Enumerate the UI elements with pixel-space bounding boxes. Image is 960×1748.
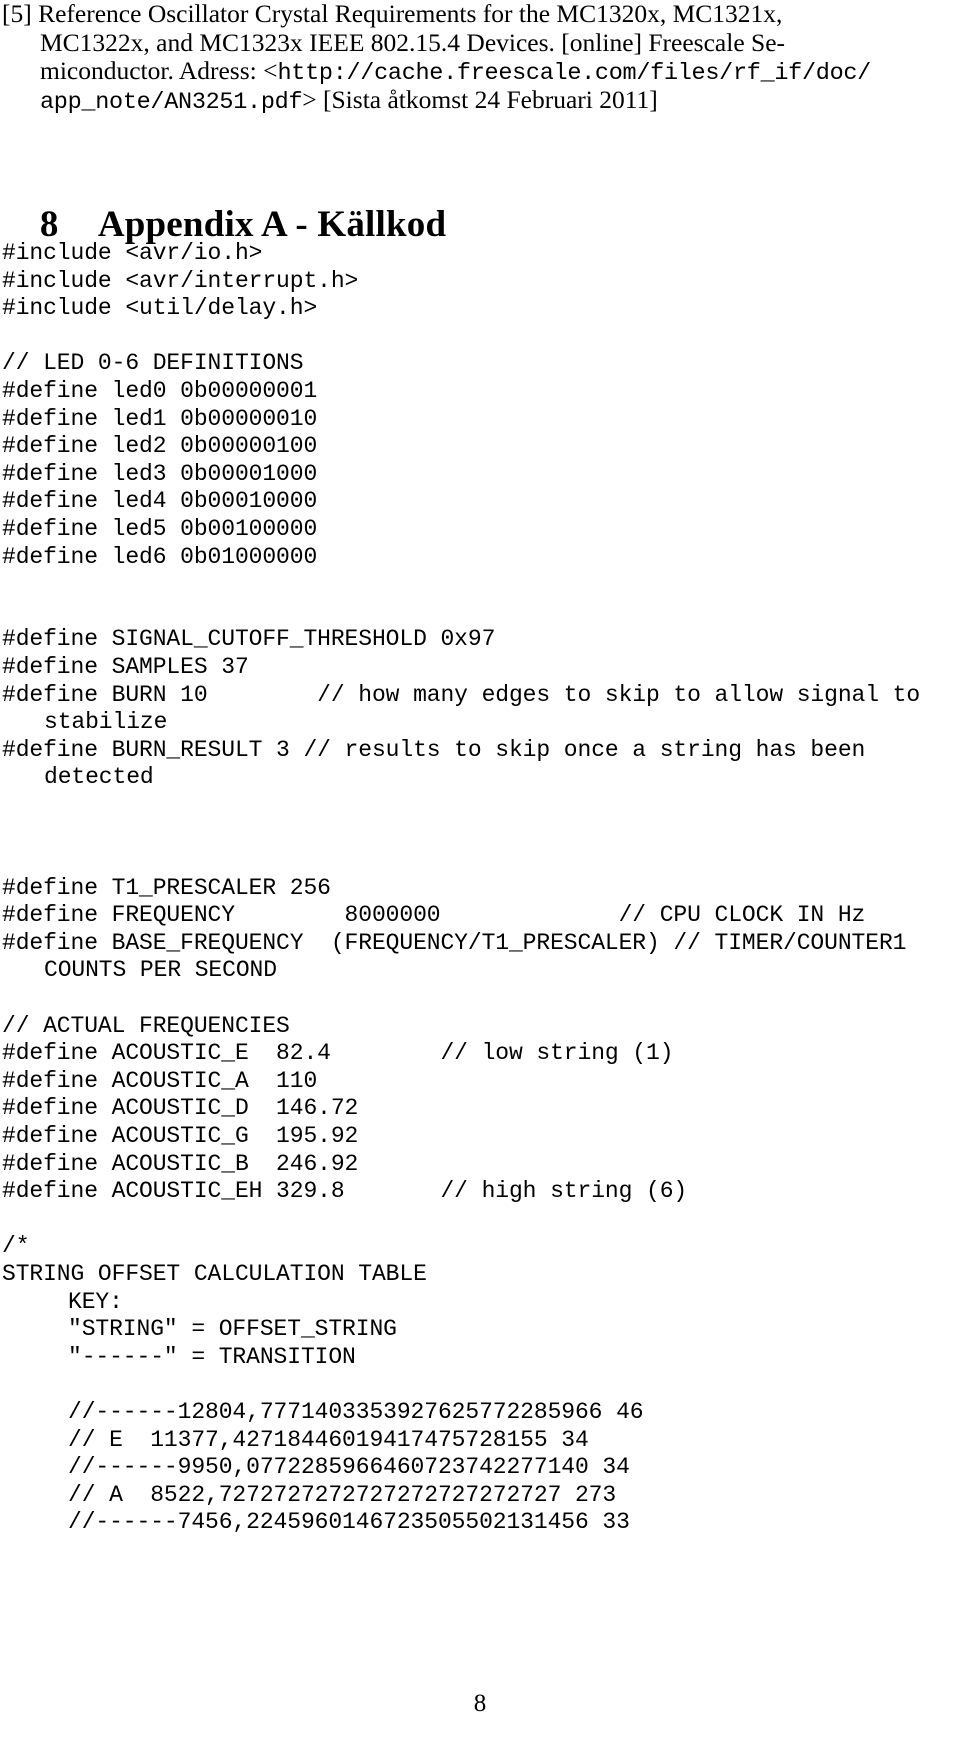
bibliography-url-text: http://cache.freescale.com/files/rf_if/d…: [277, 60, 871, 88]
code-line: #define BURN_RESULT 3 // results to skip…: [2, 736, 866, 763]
section-title: Appendix A - Källkod: [97, 204, 447, 245]
source-code-block: #include <avr/io.h> #include <avr/interru…: [2, 240, 952, 1537]
code-line: #define ACOUSTIC_EH 329.8 // high string…: [2, 1178, 688, 1205]
code-line: STRING OFFSET CALCULATION TABLE: [2, 1260, 427, 1287]
bibliography-line-2: MC1322x, and MC1323x IEEE 802.15.4 Devic…: [2, 27, 902, 58]
page-number: 8: [473, 1690, 487, 1717]
bibliography-text: miconductor. Adress: <: [40, 56, 278, 86]
code-line: #define SAMPLES 37: [2, 653, 249, 680]
code-line: #define led2 0b00000100: [2, 433, 318, 460]
code-line: #define ACOUSTIC_D 146.72: [2, 1095, 359, 1122]
bibliography-url-text: app_note/AN3251.pdf: [40, 88, 303, 116]
code-line: #define BASE_FREQUENCY (FREQUENCY/T1_PRE…: [2, 929, 907, 956]
bibliography-line-3: miconductor. Adress: <http://cache.frees…: [2, 56, 902, 88]
code-line: detected: [44, 764, 154, 791]
bibliography-entry: [5] Reference Oscillator Crystal Require…: [2, 0, 902, 116]
code-line: "STRING" = OFFSET_STRING: [68, 1316, 397, 1343]
code-line: // A 8522,7272727272727272727272727 273: [68, 1481, 617, 1508]
code-line: // E 11377,42718446019417475728155 34: [68, 1426, 589, 1453]
code-line: /*: [2, 1233, 30, 1260]
code-line: stabilize: [44, 709, 168, 736]
code-line: "------" = TRANSITION: [68, 1343, 356, 1370]
bibliography-text: > [Sista åtkomst 24 Februari 2011]: [302, 84, 658, 114]
code-line: #include <avr/interrupt.h>: [2, 267, 359, 294]
bibliography-line-1: [5] Reference Oscillator Crystal Require…: [2, 0, 902, 29]
code-line: #define T1_PRESCALER 256: [2, 874, 331, 901]
code-line: #include <avr/io.h>: [2, 240, 263, 266]
code-line: //------7456,2245960146723505502131456 3…: [68, 1509, 630, 1536]
code-line: KEY:: [68, 1288, 123, 1315]
code-line: #define ACOUSTIC_G 195.92: [2, 1123, 359, 1149]
code-line: #define BURN 10 // how many edges to ski…: [2, 681, 921, 708]
code-line: // LED 0-6 DEFINITIONS: [2, 350, 304, 377]
code-line: #define SIGNAL_CUTOFF_THRESHOLD 0x97: [2, 626, 496, 653]
code-line: #define ACOUSTIC_E 82.4 // low string (1…: [2, 1040, 674, 1067]
code-line: #define led0 0b00000001: [2, 377, 318, 404]
code-line: COUNTS PER SECOND: [44, 957, 277, 984]
code-line: #define led6 0b01000000: [2, 543, 318, 570]
code-line: #define ACOUSTIC_A 110: [2, 1067, 318, 1094]
code-line: #define ACOUSTIC_B 246.92: [2, 1150, 359, 1177]
bibliography-text: [5] Reference Oscillator Crystal Require…: [2, 0, 783, 28]
document-page: [5] Reference Oscillator Crystal Require…: [0, 0, 960, 1748]
code-line: //------9950,0772285966460723742277140 3…: [68, 1454, 630, 1481]
bibliography-line-4: app_note/AN3251.pdf> [Sista åtkomst 24 F…: [2, 84, 902, 116]
code-line: // ACTUAL FREQUENCIES: [2, 1012, 290, 1039]
code-line: #define led1 0b00000010: [2, 405, 318, 432]
code-line: #define led5 0b00100000: [2, 515, 318, 542]
code-line: #define led4 0b00010000: [2, 488, 318, 515]
code-line: //------12804,7771403353927625772285966 …: [68, 1398, 644, 1425]
code-line: #define led3 0b00001000: [2, 460, 318, 487]
code-line: #define FREQUENCY 8000000 // CPU CLOCK I…: [2, 902, 866, 929]
bibliography-text: MC1322x, and MC1323x IEEE 802.15.4 Devic…: [40, 27, 786, 57]
code-line: #include <util/delay.h>: [2, 295, 318, 322]
